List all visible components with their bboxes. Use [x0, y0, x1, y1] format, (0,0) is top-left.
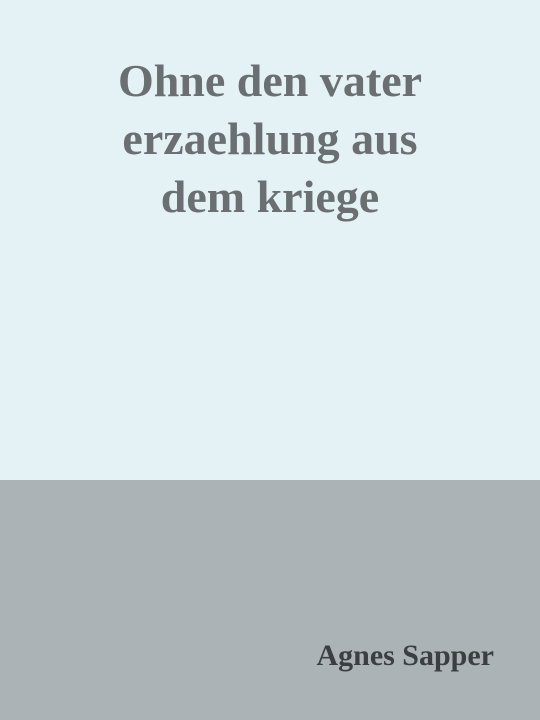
book-cover: Ohne den vater erzaehlung aus dem kriege… — [0, 0, 540, 720]
book-author: Agnes Sapper — [316, 639, 494, 672]
book-title: Ohne den vater erzaehlung aus dem kriege — [30, 52, 510, 226]
book-title-line: dem kriege — [160, 171, 380, 222]
book-title-line: erzaehlung aus — [122, 113, 418, 164]
book-title-line: Ohne den vater — [117, 55, 423, 106]
cover-top-panel: Ohne den vater erzaehlung aus dem kriege — [0, 0, 540, 480]
cover-bottom-panel — [0, 480, 540, 720]
